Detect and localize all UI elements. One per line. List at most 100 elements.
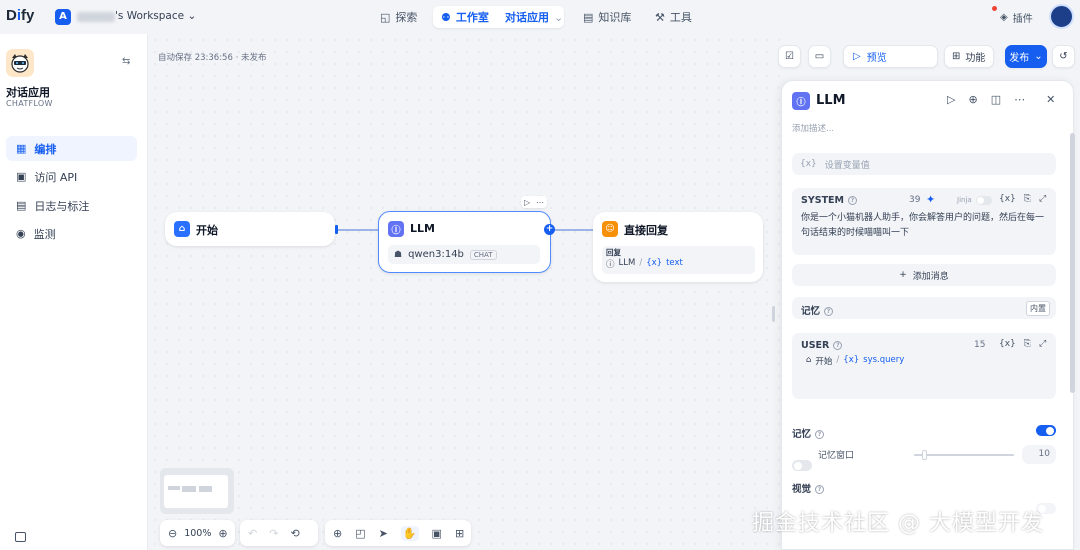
memory-builtin-tag: 内置 <box>1026 301 1050 316</box>
export-image-icon[interactable]: ▣ <box>432 527 442 540</box>
variable-icon: {x} <box>843 355 860 365</box>
node-answer-title: 直接回复 <box>624 224 668 237</box>
watermark: 掘金技术社区 @ 大模型开发 <box>752 511 1044 536</box>
note-icon[interactable]: ◰ <box>355 527 365 540</box>
more-icon[interactable]: ⋯ <box>536 198 544 207</box>
app-selector[interactable]: 对话应用 ⌄ <box>505 9 563 25</box>
workflow-canvas[interactable]: 自动保存 23:36:56 · 未发布 ⌂ 开始 ▷ ⋯ Ⓘ LLM ☗ qwen… <box>149 34 1075 550</box>
minimap[interactable] <box>160 468 234 514</box>
insert-variable-icon[interactable]: {x} <box>999 339 1016 349</box>
sidebar-item-label: 日志与标注 <box>34 199 90 213</box>
sidebar-item-logs[interactable]: ▤ 日志与标注 <box>6 193 137 218</box>
node-llm[interactable]: Ⓘ LLM ☗ qwen3:14b CHAT <box>378 211 551 273</box>
jinja-toggle[interactable] <box>976 196 992 205</box>
more-icon[interactable]: ⋯ <box>1014 93 1025 106</box>
collapse-sidebar-icon[interactable] <box>15 532 26 542</box>
panel-actions: ▷ ⊕ ◫ ⋯ ✕ <box>947 93 1055 106</box>
notification-dot <box>992 6 997 11</box>
nav-studio[interactable]: ⚉ 工作室 <box>441 9 489 25</box>
memory-window-toggle[interactable] <box>792 460 812 471</box>
memory-toggle[interactable] <box>1036 425 1056 436</box>
user-variable[interactable]: ⌂ 开始 / {x} sys.query <box>806 355 904 367</box>
node-actions[interactable]: ▷ ⋯ <box>521 196 547 208</box>
context-variable-select[interactable]: {x} 设置变量值 <box>792 153 1056 175</box>
memory-row-label-text: 记忆 <box>801 306 821 317</box>
publish-button[interactable]: 发布 ⌄ <box>1005 45 1047 68</box>
expand-icon[interactable]: ⤢ <box>1039 339 1046 349</box>
nav-tools[interactable]: ⚒ 工具 <box>655 9 692 25</box>
nav-knowledge[interactable]: ▤ 知识库 <box>583 9 631 25</box>
add-block-icon[interactable]: ⊕ <box>333 527 342 540</box>
description-input[interactable]: 添加描述... <box>792 122 834 134</box>
close-icon[interactable]: ✕ <box>1046 93 1055 106</box>
workspace-selector[interactable]: 's Workspace ⌄ <box>115 10 196 22</box>
slider-thumb[interactable] <box>922 450 927 460</box>
copy-icon[interactable]: ⎘ <box>1024 339 1031 349</box>
hand-icon[interactable]: ✋ <box>400 525 419 541</box>
sidebar-item-monitor[interactable]: ◉ 监测 <box>6 221 137 246</box>
vision-label-text: 视觉 <box>792 484 812 495</box>
system-label: SYSTEM? <box>801 195 857 206</box>
play-icon[interactable]: ▷ <box>853 51 861 62</box>
plugins-label: 插件 <box>1012 14 1033 25</box>
run-icon[interactable]: ▷ <box>947 93 955 106</box>
workspace-name-redacted <box>77 12 115 22</box>
env-button[interactable]: ▭ <box>808 45 831 68</box>
panel-scrollbar[interactable] <box>1070 133 1075 393</box>
toggle-layout-icon[interactable]: ⇆ <box>122 56 130 67</box>
sparkle-icon[interactable]: ✦ <box>926 193 935 206</box>
history-icon[interactable]: ⟲ <box>290 527 299 540</box>
system-token-count: 39 <box>909 195 921 205</box>
pointer-icon[interactable]: ➤ <box>379 527 388 540</box>
user-tools: {x} ⎘ ⤢ <box>999 339 1046 349</box>
panel-resize-handle[interactable] <box>772 306 775 322</box>
dify-logo[interactable]: Dify <box>6 7 34 24</box>
preview-group: ▷ 预览 <box>843 45 938 68</box>
features-button[interactable]: ⊞ 功能 <box>944 45 994 68</box>
preview-button[interactable]: 预览 <box>867 49 887 64</box>
llm-icon: Ⓘ <box>792 92 810 110</box>
expand-icon[interactable]: ⤢ <box>1039 194 1046 204</box>
user-var-name: sys.query <box>863 355 905 365</box>
node-answer[interactable]: ☺ 直接回复 回复 ⓘ LLM / {x} text <box>593 212 763 282</box>
zoom-level[interactable]: 100% <box>184 528 211 539</box>
help-icon[interactable]: ⊕ <box>968 93 977 106</box>
checklist-icon: ☑ <box>785 51 794 62</box>
model-tag: CHAT <box>469 249 497 260</box>
insert-variable-icon[interactable]: {x} <box>999 194 1016 204</box>
workspace-avatar[interactable]: A <box>55 9 71 25</box>
checklist-button[interactable]: ☑ <box>778 45 801 68</box>
node-start[interactable]: ⌂ 开始 <box>165 212 335 246</box>
home-icon: ⌂ <box>174 221 190 237</box>
nav-explore[interactable]: ◱ 探索 <box>380 9 417 25</box>
plugins-button[interactable]: ◈ 插件 <box>1000 10 1033 25</box>
sidebar-item-api[interactable]: ▣ 访问 API <box>6 164 137 189</box>
organize-icon[interactable]: ⊞ <box>455 527 464 540</box>
nav-knowledge-label: 知识库 <box>598 11 632 24</box>
split-view-icon[interactable]: ◫ <box>991 93 1001 106</box>
zoom-out-icon[interactable]: ⊖ <box>168 527 177 540</box>
undo-icon[interactable]: ↶ <box>248 527 257 540</box>
sidebar-item-orchestrate[interactable]: ▦ 编排 <box>6 136 137 161</box>
copy-icon[interactable]: ⎘ <box>1024 194 1031 204</box>
memory-window-input[interactable]: 10 <box>1022 445 1056 464</box>
redo-icon[interactable]: ↷ <box>269 527 278 540</box>
start-output-handle[interactable] <box>335 225 338 234</box>
panel-title[interactable]: LLM <box>816 93 846 108</box>
features-label: 功能 <box>965 53 986 64</box>
system-prompt-text[interactable]: 你是一个小猫机器人助手，你会解答用户的问题，然后在每一句话结束的时候喵喵叫一下 <box>801 211 1049 241</box>
user-avatar[interactable] <box>1049 4 1074 29</box>
env-icon: ▭ <box>814 51 825 62</box>
system-prompt-editor[interactable]: SYSTEM? 39 ✦ Jinja {x} ⎘ ⤢ 你是一个小猫机器人助手，你… <box>792 188 1056 255</box>
autosave-status: 自动保存 23:36:56 · 未发布 <box>158 53 267 63</box>
history-button[interactable]: ↺ <box>1052 45 1075 68</box>
zoom-in-icon[interactable]: ⊕ <box>218 527 227 540</box>
user-prompt-editor[interactable]: USER? 15 {x} ⎘ ⤢ ⌂ 开始 / {x} sys.query <box>792 333 1056 399</box>
cube-icon: ◈ <box>1000 12 1008 23</box>
workspace-name: 's Workspace <box>115 10 185 22</box>
memory-window-slider[interactable] <box>914 450 1014 460</box>
run-node-icon[interactable]: ▷ <box>524 198 530 207</box>
add-message-button[interactable]: + 添加消息 <box>792 264 1056 286</box>
add-node-icon[interactable]: + <box>544 224 555 235</box>
publish-label: 发布 <box>1009 53 1030 64</box>
